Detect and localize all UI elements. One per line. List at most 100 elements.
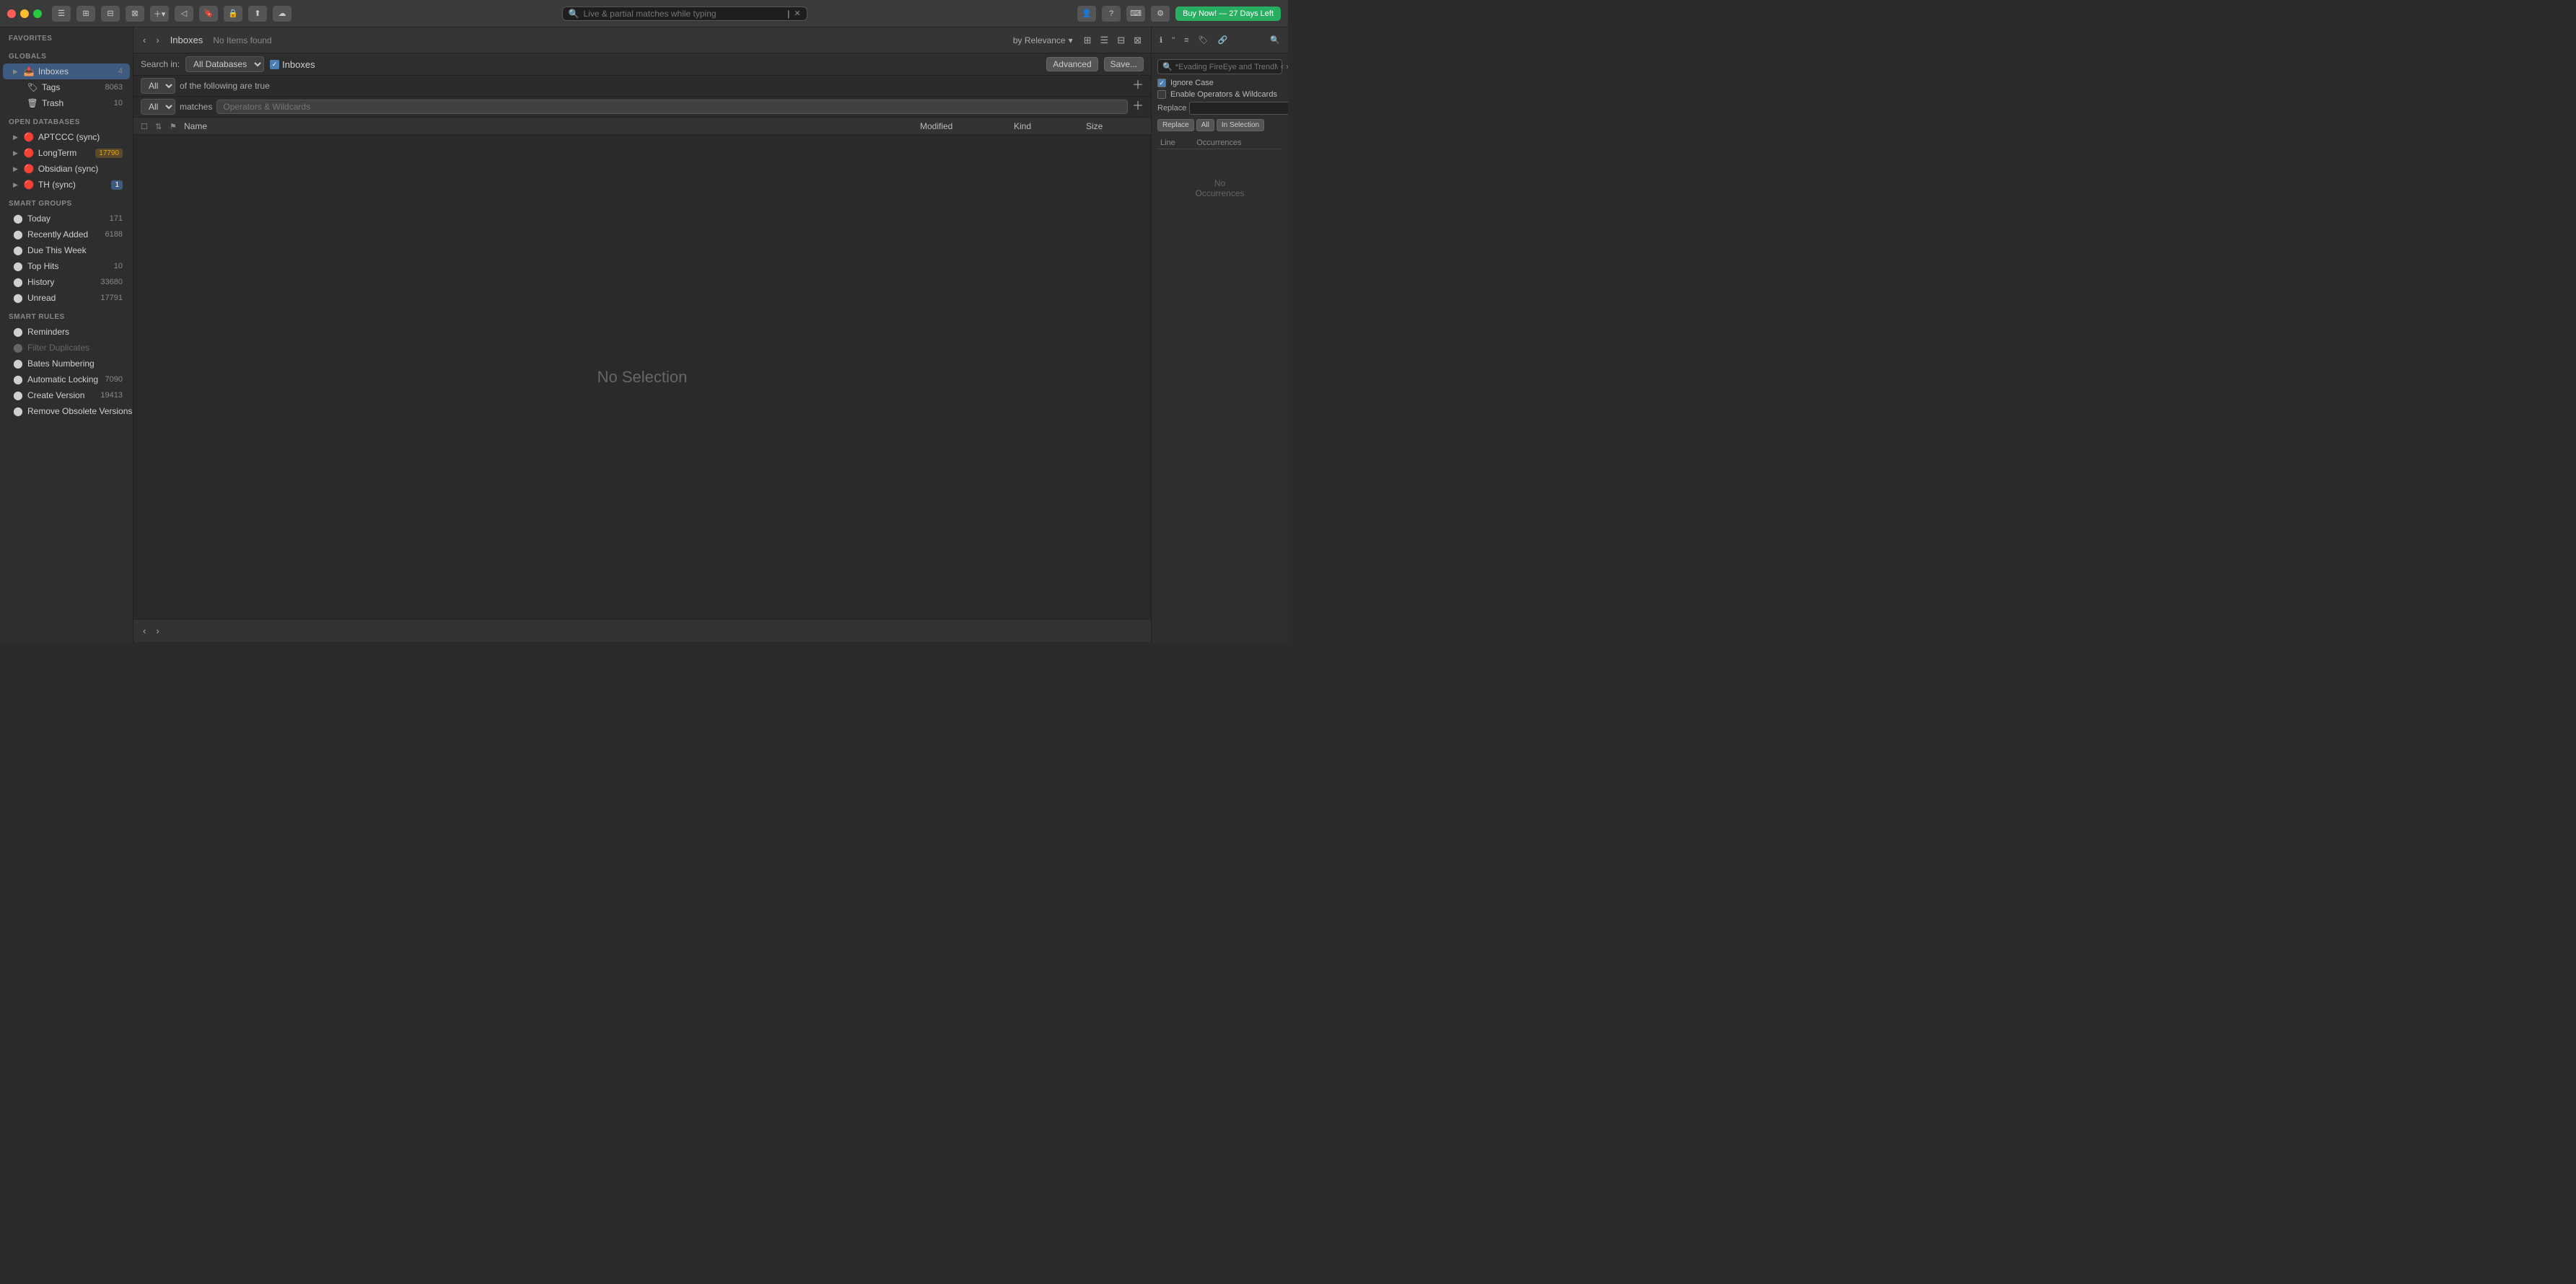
- sidebar-item-remove-obsolete[interactable]: ⬤ Remove Obsolete Versions: [3, 403, 130, 419]
- sidebar-item-reminders[interactable]: ⬤ Reminders: [3, 324, 130, 340]
- table-body: No Selection: [133, 135, 1151, 619]
- filter-dup-icon: ⬤: [13, 343, 23, 353]
- globals-section-label: Globals: [0, 45, 133, 63]
- filter-row-2: All matches ＋: [133, 97, 1151, 118]
- sidebar-item-longterm[interactable]: ▶ 🔴 LongTerm 17790: [3, 145, 130, 161]
- sidebar-item-recently-added[interactable]: ⬤ Recently Added 6188: [3, 227, 130, 242]
- replace-input-row: Replace: [1157, 102, 1282, 115]
- nav-back-btn[interactable]: ‹: [139, 33, 149, 47]
- in-selection-btn[interactable]: In Selection: [1217, 119, 1264, 131]
- sidebar-obsidian-label: Obsidian (sync): [38, 164, 123, 174]
- filter-value-input[interactable]: [216, 100, 1128, 114]
- display-btn[interactable]: ⌨: [1126, 6, 1145, 22]
- view-split-btn[interactable]: ⊟: [1113, 33, 1129, 48]
- buy-now-button[interactable]: Buy Now! — 27 Days Left: [1175, 6, 1281, 21]
- save-button[interactable]: Save...: [1104, 57, 1144, 71]
- replace-btn[interactable]: Replace: [1157, 119, 1194, 131]
- sidebar-create-version-label: Create Version: [27, 390, 96, 400]
- settings-btn[interactable]: ⚙: [1151, 6, 1170, 22]
- search-cursor: |: [787, 9, 789, 19]
- sort-button[interactable]: by Relevance ▾: [1009, 34, 1077, 47]
- sidebar-inboxes-badge: 4: [118, 67, 123, 76]
- share-btn[interactable]: ⬆: [248, 6, 267, 22]
- remove-obsolete-icon: ⬤: [13, 406, 23, 416]
- view-list-btn[interactable]: ☰: [1097, 33, 1113, 48]
- sidebar-item-obsidian[interactable]: ▶ 🔴 Obsidian (sync): [3, 161, 130, 177]
- add-filter-btn-2[interactable]: ＋: [1132, 101, 1144, 113]
- view-grid-btn[interactable]: ⊞: [1080, 33, 1095, 48]
- sidebar-filter-dup-label: Filter Duplicates: [27, 343, 123, 353]
- sidebar-item-unread[interactable]: ⬤ Unread 17791: [3, 290, 130, 306]
- close-button[interactable]: [7, 9, 16, 18]
- sort-icon[interactable]: ⇅: [155, 123, 162, 131]
- create-version-icon: ⬤: [13, 390, 23, 400]
- filter-scope-select[interactable]: All: [141, 78, 175, 94]
- expand-longterm-icon: ▶: [13, 149, 18, 157]
- sidebar-due-this-week-label: Due This Week: [27, 245, 123, 255]
- sidebar-item-due-this-week[interactable]: ⬤ Due This Week: [3, 242, 130, 258]
- sidebar-item-inboxes[interactable]: ▶ 📥 Inboxes 4: [3, 63, 130, 79]
- search-options-row: Search in: All Databases ✓ Inboxes Advan…: [133, 53, 1151, 76]
- advanced-button[interactable]: Advanced: [1046, 57, 1098, 71]
- help-btn[interactable]: ?: [1102, 6, 1121, 22]
- cloud-btn[interactable]: ☁: [273, 6, 292, 22]
- nav-back-tb[interactable]: ◁: [175, 6, 193, 22]
- view-columns-btn[interactable]: ⊠: [1130, 33, 1145, 48]
- sidebar-item-automatic-locking[interactable]: ⬤ Automatic Locking 7090: [3, 371, 130, 387]
- enable-operators-row: Enable Operators & Wildcards: [1157, 90, 1282, 99]
- split-view-btn[interactable]: ⊠: [126, 6, 144, 22]
- rp-link-btn[interactable]: 🔗: [1214, 34, 1231, 46]
- sidebar-trash-badge: 10: [114, 99, 123, 107]
- rp-quote-btn[interactable]: ": [1168, 35, 1178, 46]
- search-replace-bar[interactable]: 🔍 ‹ ›: [1157, 59, 1282, 74]
- link-mode-btn[interactable]: ⊞: [76, 6, 95, 22]
- user-btn[interactable]: 👤: [1077, 6, 1096, 22]
- search-replace-nav-prev[interactable]: ‹: [1281, 63, 1284, 71]
- sidebar-toggle-btn[interactable]: ☰: [52, 6, 71, 22]
- global-search-input[interactable]: [583, 9, 783, 19]
- minimize-button[interactable]: [20, 9, 29, 18]
- bottom-bar: ‹ ›: [133, 619, 1151, 642]
- lock-btn[interactable]: 🔒: [224, 6, 242, 22]
- sidebar-item-top-hits[interactable]: ⬤ Top Hits 10: [3, 258, 130, 274]
- rp-tag-btn[interactable]: 🏷: [1195, 34, 1212, 46]
- bottom-nav-back[interactable]: ‹: [139, 624, 149, 638]
- sidebar-item-history[interactable]: ⬤ History 33680: [3, 274, 130, 290]
- replace-all-btn[interactable]: All: [1196, 119, 1214, 131]
- search-in-databases-select[interactable]: All Databases: [185, 56, 264, 72]
- right-panel: ℹ " ≡ 🏷 🔗 🔍 🔍 ‹ › ✓ Ignore Case: [1151, 27, 1288, 642]
- rp-list-btn[interactable]: ≡: [1180, 35, 1192, 46]
- global-search-bar[interactable]: 🔍 | ✕: [562, 6, 807, 21]
- sidebar-item-tags[interactable]: 🏷 Tags 8063: [3, 79, 130, 95]
- sidebar-unread-badge: 17791: [100, 294, 123, 302]
- maximize-button[interactable]: [33, 9, 42, 18]
- inbox-checkbox[interactable]: ✓: [270, 60, 279, 69]
- sidebar-item-bates-numbering[interactable]: ⬤ Bates Numbering: [3, 356, 130, 371]
- filter-field-select[interactable]: All: [141, 99, 175, 115]
- aptccc-icon: 🔴: [24, 132, 34, 142]
- view-toggle-btn[interactable]: ⊟: [101, 6, 120, 22]
- rp-info-btn[interactable]: ℹ: [1156, 34, 1166, 46]
- ignore-case-row: ✓ Ignore Case: [1157, 79, 1282, 87]
- sidebar-item-th[interactable]: ▶ 🔴 TH (sync) 1: [3, 177, 130, 193]
- search-replace-input[interactable]: [1175, 63, 1278, 71]
- nav-forward-btn[interactable]: ›: [152, 33, 162, 47]
- sidebar-item-create-version[interactable]: ⬤ Create Version 19413: [3, 387, 130, 403]
- replace-input-field[interactable]: [1189, 102, 1288, 115]
- col-name-header: Name: [184, 121, 920, 131]
- bookmark-btn[interactable]: 🔖: [199, 6, 218, 22]
- search-replace-nav-next[interactable]: ›: [1286, 63, 1288, 71]
- sidebar-item-aptccc[interactable]: ▶ 🔴 APTCCC (sync): [3, 129, 130, 145]
- sidebar-item-filter-duplicates[interactable]: ⬤ Filter Duplicates: [3, 340, 130, 356]
- add-filter-btn-1[interactable]: ＋: [1132, 80, 1144, 92]
- matches-label: matches: [180, 102, 212, 112]
- bottom-nav-forward[interactable]: ›: [152, 624, 162, 638]
- sidebar-item-trash[interactable]: 🗑 Trash 10: [3, 95, 130, 111]
- add-btn[interactable]: ＋▾: [150, 6, 169, 22]
- clear-search-icon[interactable]: ✕: [794, 9, 800, 18]
- enable-operators-checkbox[interactable]: [1157, 90, 1166, 99]
- sidebar-item-today[interactable]: ⬤ Today 171: [3, 211, 130, 227]
- select-all-checkbox[interactable]: ☐: [141, 123, 148, 131]
- ignore-case-checkbox[interactable]: ✓: [1157, 79, 1166, 87]
- rp-search-btn[interactable]: 🔍: [1266, 34, 1284, 46]
